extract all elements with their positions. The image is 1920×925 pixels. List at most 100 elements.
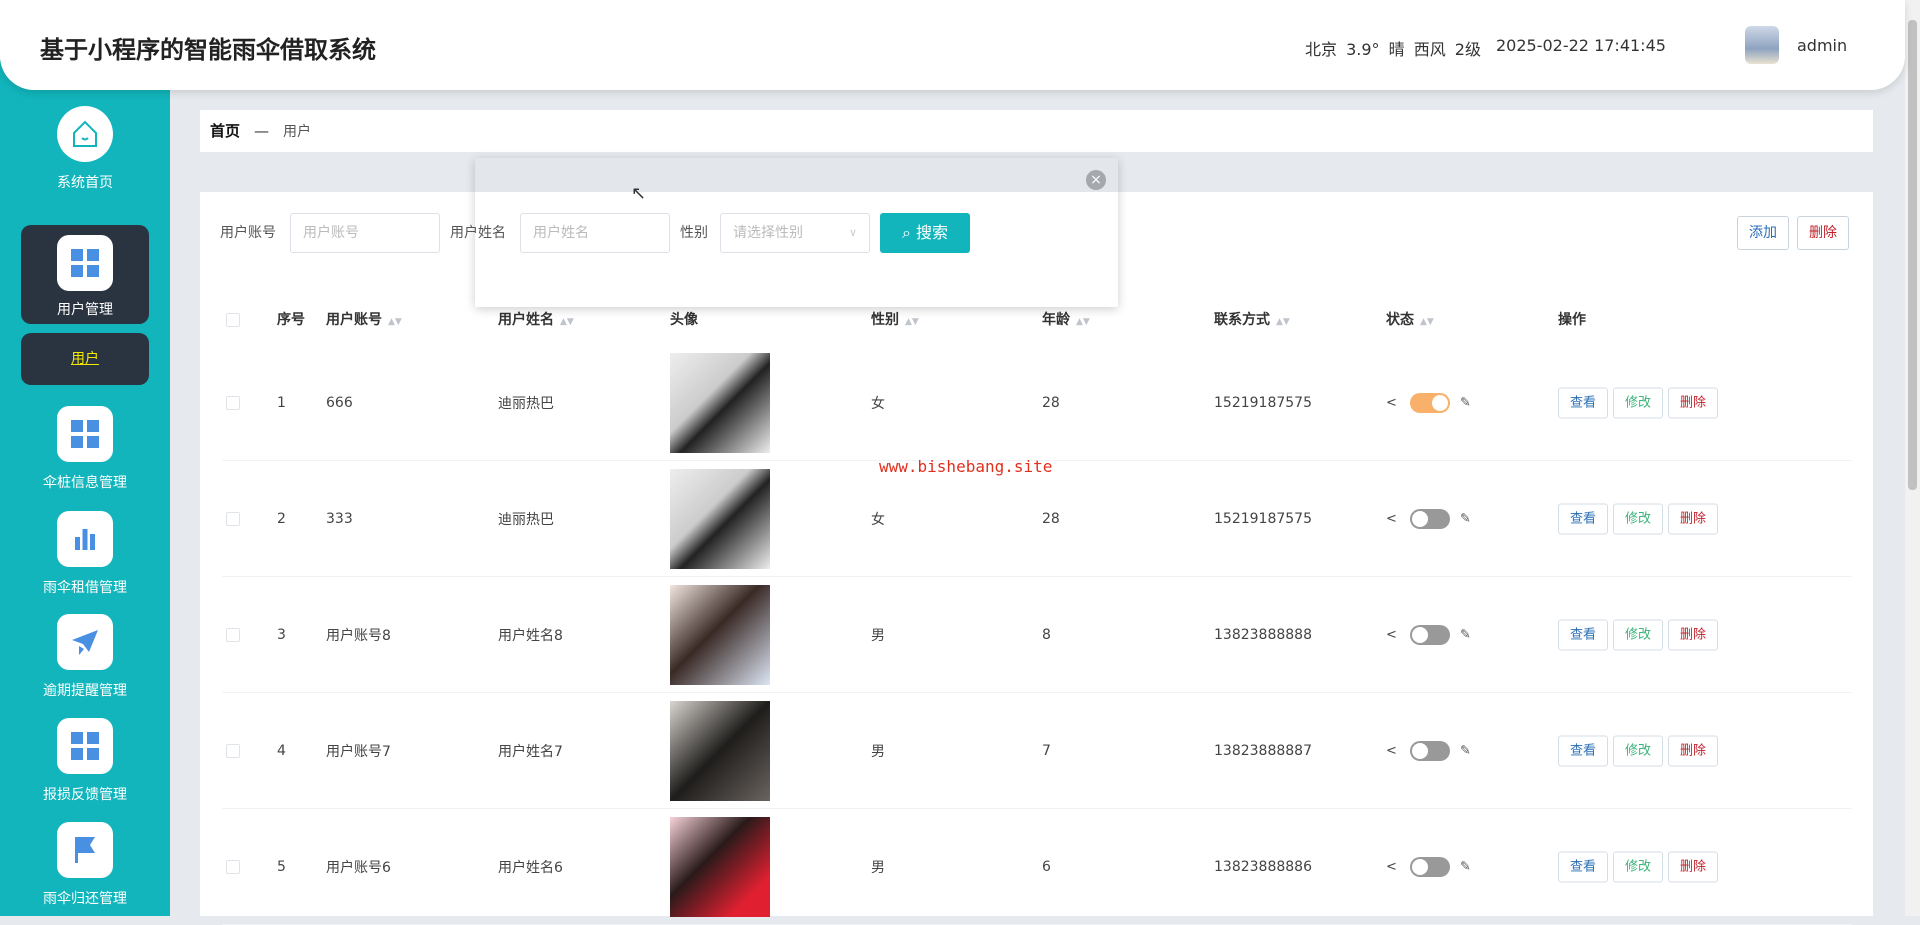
col-label: 性别 (871, 312, 899, 328)
delete-button[interactable]: 删除 (1668, 503, 1718, 534)
col-name[interactable]: 用户姓名▲▼ (498, 308, 574, 334)
dialog-header (475, 158, 1118, 192)
table-row: 4 用户账号7 用户姓名7 男 7 13823888887 < ✎ 查看 修改 … (222, 693, 1852, 809)
share-icon[interactable]: < (1386, 743, 1397, 758)
cell-phone: 15219187575 (1214, 511, 1312, 527)
scrollbar-thumb[interactable] (1908, 20, 1917, 490)
col-phone[interactable]: 联系方式▲▼ (1214, 308, 1290, 334)
sidebar-label: 雨伞归还管理 (0, 888, 170, 908)
datetime: 2025-02-22 17:41:45 (1496, 36, 1666, 55)
view-button[interactable]: 查看 (1558, 503, 1608, 534)
col-account[interactable]: 用户账号▲▼ (326, 308, 402, 334)
edit-pencil-icon[interactable]: ✎ (1460, 859, 1471, 874)
username[interactable]: admin (1797, 36, 1847, 55)
status-toggle[interactable] (1410, 509, 1450, 529)
app-title: 基于小程序的智能雨伞借取系统 (40, 30, 376, 65)
col-age[interactable]: 年龄▲▼ (1042, 308, 1090, 334)
select-all-checkbox[interactable] (226, 313, 240, 327)
status-toggle[interactable] (1410, 857, 1450, 877)
edit-button[interactable]: 修改 (1613, 503, 1663, 534)
delete-button[interactable]: 删除 (1668, 619, 1718, 650)
search-icon: ⌕ (902, 223, 916, 242)
avatar-image[interactable] (670, 469, 770, 569)
breadcrumb: 首页—用户 (200, 110, 1873, 152)
cell-name: 用户姓名7 (498, 741, 563, 761)
sidebar-label: 用户管理 (21, 299, 149, 319)
row-checkbox[interactable] (226, 744, 240, 758)
cell-index: 2 (277, 511, 286, 527)
sidebar-item-umbrella-stand[interactable]: 伞桩信息管理 (0, 406, 170, 492)
avatar-image[interactable] (670, 817, 770, 917)
row-checkbox[interactable] (226, 628, 240, 642)
close-icon[interactable]: × (1086, 170, 1106, 190)
bar-chart-icon (57, 511, 113, 567)
avatar[interactable] (1745, 26, 1779, 64)
share-icon[interactable]: < (1386, 627, 1397, 642)
account-input[interactable]: 用户账号 (290, 213, 440, 253)
status-toggle[interactable] (1410, 625, 1450, 645)
sidebar-item-return[interactable]: 雨伞归还管理 (0, 822, 170, 908)
row-checkbox[interactable] (226, 396, 240, 410)
sidebar-item-damage-feedback[interactable]: 报损反馈管理 (0, 718, 170, 804)
edit-button[interactable]: 修改 (1613, 851, 1663, 882)
share-icon[interactable]: < (1386, 511, 1397, 526)
view-button[interactable]: 查看 (1558, 851, 1608, 882)
edit-pencil-icon[interactable]: ✎ (1460, 395, 1471, 410)
account-label: 用户账号 (220, 213, 276, 253)
table-row: 3 用户账号8 用户姓名8 男 8 13823888888 < ✎ 查看 修改 … (222, 577, 1852, 693)
view-button[interactable]: 查看 (1558, 619, 1608, 650)
col-gender[interactable]: 性别▲▼ (871, 308, 919, 334)
scrollbar[interactable] (1905, 0, 1920, 916)
status-toggle[interactable] (1410, 393, 1450, 413)
cell-name: 用户姓名8 (498, 625, 563, 645)
sort-icon: ▲▼ (1076, 317, 1090, 327)
edit-pencil-icon[interactable]: ✎ (1460, 627, 1471, 642)
avatar-image[interactable] (670, 585, 770, 685)
share-icon[interactable]: < (1386, 395, 1397, 410)
row-checkbox[interactable] (226, 860, 240, 874)
cell-gender: 女 (871, 509, 885, 529)
batch-delete-button[interactable]: 删除 (1797, 216, 1849, 250)
name-input[interactable]: 用户姓名 (520, 213, 670, 253)
edit-button[interactable]: 修改 (1613, 387, 1663, 418)
avatar-image[interactable] (670, 701, 770, 801)
edit-pencil-icon[interactable]: ✎ (1460, 511, 1471, 526)
cell-phone: 13823888886 (1214, 859, 1312, 875)
cell-gender: 男 (871, 741, 885, 761)
delete-button[interactable]: 删除 (1668, 735, 1718, 766)
avatar-image[interactable] (670, 353, 770, 453)
name-label: 用户姓名 (450, 213, 506, 253)
sidebar-item-overdue[interactable]: 逾期提醒管理 (0, 614, 170, 700)
row-checkbox[interactable] (226, 512, 240, 526)
gender-select[interactable]: 请选择性别∨ (720, 213, 870, 253)
col-status[interactable]: 状态▲▼ (1386, 308, 1434, 334)
sidebar-item-home[interactable]: 系统首页 (0, 106, 170, 192)
cell-account: 用户账号8 (326, 625, 391, 645)
sidebar: 系统首页 用户管理 用户 伞桩信息管理 雨伞租借管理 逾期提醒管理 报损反馈管理… (0, 60, 170, 916)
cell-account: 用户账号7 (326, 741, 391, 761)
add-button[interactable]: 添加 (1737, 216, 1789, 250)
edit-pencil-icon[interactable]: ✎ (1460, 743, 1471, 758)
sidebar-subitem-user[interactable]: 用户 (21, 333, 149, 385)
cell-phone: 13823888887 (1214, 743, 1312, 759)
table-row: 5 用户账号6 用户姓名6 男 6 13823888886 < ✎ 查看 修改 … (222, 809, 1852, 925)
paper-plane-icon (57, 614, 113, 670)
cell-index: 5 (277, 859, 286, 875)
delete-button[interactable]: 删除 (1668, 851, 1718, 882)
cell-name: 迪丽热巴 (498, 509, 554, 529)
sidebar-item-rental[interactable]: 雨伞租借管理 (0, 511, 170, 597)
edit-button[interactable]: 修改 (1613, 735, 1663, 766)
breadcrumb-home[interactable]: 首页 (210, 122, 240, 140)
home-icon (57, 106, 113, 162)
grid-icon (57, 718, 113, 774)
share-icon[interactable]: < (1386, 859, 1397, 874)
search-button[interactable]: ⌕ 搜索 (880, 213, 970, 253)
status-toggle[interactable] (1410, 741, 1450, 761)
view-button[interactable]: 查看 (1558, 387, 1608, 418)
edit-button[interactable]: 修改 (1613, 619, 1663, 650)
delete-button[interactable]: 删除 (1668, 387, 1718, 418)
top-header: 基于小程序的智能雨伞借取系统 北京 3.9° 晴 西风 2级 2025-02-2… (0, 0, 1905, 90)
col-label: 状态 (1386, 312, 1414, 328)
view-button[interactable]: 查看 (1558, 735, 1608, 766)
sidebar-item-user-management[interactable]: 用户管理 (21, 225, 149, 324)
